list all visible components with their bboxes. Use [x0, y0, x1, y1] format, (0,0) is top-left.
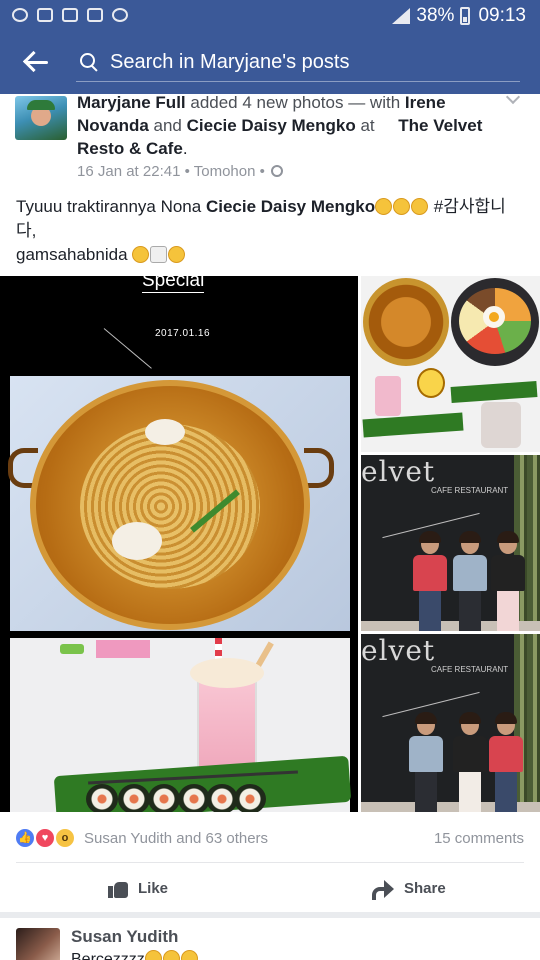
author-name[interactable]: Maryjane Full — [77, 93, 186, 112]
person — [453, 531, 487, 631]
emoji-icon — [150, 246, 168, 263]
reactions-bar[interactable]: 👍 ♥ o Susan Yudith and 63 others 15 comm… — [0, 818, 540, 862]
sushi-roll — [86, 784, 118, 812]
emoji-icon — [168, 246, 186, 263]
sushi-roll — [234, 784, 266, 812]
gallery-icon — [37, 8, 53, 22]
line-icon — [12, 8, 28, 22]
divider — [16, 862, 524, 863]
comment-body: Bercezzzz — [71, 951, 145, 960]
banana-leaf — [362, 412, 464, 438]
person — [491, 531, 525, 631]
post-date[interactable]: 16 Jan at 22:41 — [77, 163, 180, 180]
ramen-bowl — [363, 278, 449, 366]
reaction-names[interactable]: Susan Yudith and 63 others — [84, 830, 268, 847]
meta-sep: • — [180, 163, 194, 180]
photo-grid: Special 2017.01.16 elvet CAFE RESTAURANT… — [0, 276, 540, 812]
emoji-icon — [162, 950, 180, 960]
person — [489, 712, 523, 812]
pompompurin-sticker — [417, 368, 445, 398]
egg-yolk — [483, 306, 505, 328]
egg — [145, 419, 185, 445]
milkshake-glass — [375, 376, 401, 416]
photo-collage-food[interactable] — [361, 276, 540, 452]
like-icon: 👍 — [14, 827, 36, 849]
mail-icon — [87, 8, 103, 22]
globe-icon — [270, 165, 283, 177]
signal-icon — [390, 8, 411, 24]
wow-icon: o — [54, 827, 76, 849]
emoji-icon — [393, 198, 411, 215]
wall-sign-text: elvet — [361, 634, 436, 667]
at-text: at — [355, 116, 380, 135]
emoji-icon — [411, 198, 429, 215]
sushi-roll — [118, 784, 150, 812]
post-text-1: Tyuuu traktirannya Nona — [16, 197, 206, 216]
commenter-name[interactable]: Susan Yudith — [71, 927, 178, 947]
post-action: added 4 new photos — with — [185, 93, 405, 112]
emoji-icon — [144, 950, 162, 960]
milkshake-glass — [481, 402, 521, 448]
egg — [112, 522, 162, 560]
and-text: and — [148, 116, 187, 135]
sushi-roll — [148, 784, 180, 812]
tag-ciecie[interactable]: Ciecie Daisy Mengko — [187, 116, 356, 135]
search-header: Search in Maryjane's posts — [0, 32, 540, 94]
search-icon — [80, 53, 98, 71]
battery-percent: 38% — [416, 5, 455, 26]
post-text-3: gamsahabnida — [16, 245, 128, 264]
post-location[interactable]: Tomohon — [194, 163, 256, 180]
search-placeholder: Search in Maryjane's posts — [110, 51, 350, 73]
pot-handle — [304, 448, 334, 488]
emoji-icon — [132, 246, 150, 263]
share-arrow-icon — [372, 879, 394, 900]
post-body: Tyuuu traktirannya Nona Ciecie Daisy Men… — [16, 195, 526, 267]
author-avatar[interactable] — [15, 96, 67, 140]
emoji-icon — [375, 198, 393, 215]
camera-icon — [62, 8, 78, 22]
photo-decor-line — [103, 328, 152, 369]
person — [413, 531, 447, 631]
person — [409, 712, 443, 812]
post-header-text: Maryjane Full added 4 new photos — with … — [77, 91, 497, 160]
search-input[interactable]: Search in Maryjane's posts — [76, 44, 520, 82]
share-button[interactable]: Share — [372, 864, 446, 912]
photo-date-text: 2017.01.16 — [155, 328, 211, 339]
battery-icon — [460, 7, 471, 25]
banana-leaf — [450, 381, 538, 403]
wall-sub-text: CAFE RESTAURANT — [431, 486, 509, 495]
pink-note — [96, 640, 150, 658]
wall-sub-text: CAFE RESTAURANT — [431, 665, 509, 674]
period: . — [182, 139, 188, 158]
back-arrow-icon[interactable] — [22, 48, 50, 76]
whipped-cream — [190, 658, 264, 688]
person — [453, 712, 487, 812]
emoji-icon — [180, 950, 198, 960]
thumbs-up-icon — [108, 878, 128, 898]
post-meta: 16 Jan at 22:41 • Tomohon • — [77, 163, 283, 180]
share-label: Share — [404, 879, 446, 897]
section-gap — [0, 912, 540, 918]
like-label: Like — [138, 879, 169, 897]
status-right: 38% 09:13 — [390, 5, 526, 27]
photo-main[interactable]: Special 2017.01.16 — [0, 276, 358, 812]
photo-title-text: Special — [142, 276, 205, 293]
photo-group-2[interactable]: elvet CAFE RESTAURANT — [361, 634, 540, 812]
comments-count[interactable]: 15 comments — [434, 830, 524, 847]
status-bar: 38% 09:13 — [0, 0, 540, 32]
bottle-cap — [60, 644, 84, 654]
clock: 09:13 — [478, 5, 526, 26]
like-button[interactable]: Like — [108, 864, 168, 912]
messenger-icon — [112, 8, 128, 22]
photo-group-1[interactable]: elvet CAFE RESTAURANT — [361, 455, 540, 631]
noodles — [80, 424, 260, 589]
comment-text: Bercezzzz — [71, 950, 199, 960]
wall-sign-text: elvet — [361, 455, 436, 488]
mention-ciecie[interactable]: Ciecie Daisy Mengko — [206, 197, 375, 216]
meta-sep-2: • — [255, 163, 265, 180]
love-icon: ♥ — [34, 827, 56, 849]
commenter-avatar[interactable] — [16, 928, 60, 960]
notification-icons — [12, 8, 128, 22]
